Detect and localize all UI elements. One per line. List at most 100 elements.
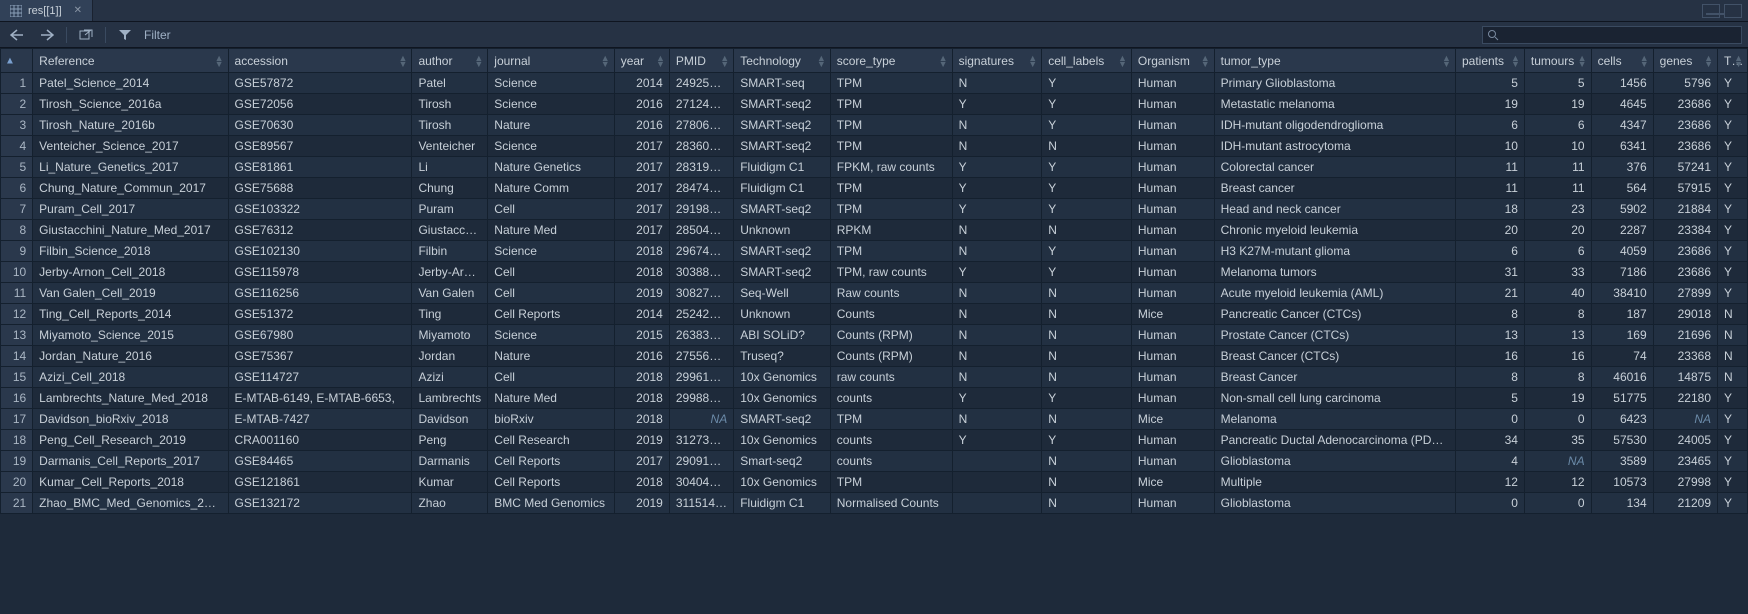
cell-score_type: TPM (830, 73, 952, 94)
row-number: 15 (1, 367, 33, 388)
table-row[interactable]: 1Patel_Science_2014GSE57872PatelScience2… (1, 73, 1748, 94)
table-row[interactable]: 18Peng_Cell_Research_2019CRA001160PengCe… (1, 430, 1748, 451)
sort-icon: ▲▼ (817, 55, 826, 67)
table-row[interactable]: 3Tirosh_Nature_2016bGSE70630TiroshNature… (1, 115, 1748, 136)
cell-tm: Y (1718, 451, 1748, 472)
column-header-genes[interactable]: genes▲▼ (1653, 49, 1717, 73)
cell-accession: GSE102130 (228, 241, 412, 262)
cell-journal: Science (488, 241, 614, 262)
column-header-cells[interactable]: cells▲▼ (1591, 49, 1653, 73)
cell-tumours: 12 (1524, 472, 1591, 493)
cell-cell_labels: N (1042, 493, 1132, 514)
maximize-button[interactable] (1724, 4, 1742, 18)
cell-year: 2019 (614, 283, 669, 304)
cell-year: 2016 (614, 94, 669, 115)
cell-journal: Cell (488, 367, 614, 388)
cell-cells: 4347 (1591, 115, 1653, 136)
column-header-organism[interactable]: Organism▲▼ (1131, 49, 1214, 73)
table-row[interactable]: 19Darmanis_Cell_Reports_2017GSE84465Darm… (1, 451, 1748, 472)
cell-technology: Fluidigm C1 (734, 178, 831, 199)
table-row[interactable]: 14Jordan_Nature_2016GSE75367JordanNature… (1, 346, 1748, 367)
cell-genes: 23686 (1653, 94, 1717, 115)
cell-year: 2016 (614, 346, 669, 367)
filter-label[interactable]: Filter (144, 28, 171, 42)
cell-reference: Davidson_bioRxiv_2018 (33, 409, 228, 430)
column-header-journal[interactable]: journal▲▼ (488, 49, 614, 73)
column-header-year[interactable]: year▲▼ (614, 49, 669, 73)
cell-journal: Science (488, 94, 614, 115)
cell-genes: 23384 (1653, 220, 1717, 241)
cell-genes: 27899 (1653, 283, 1717, 304)
row-number: 1 (1, 73, 33, 94)
window-controls (1702, 0, 1748, 21)
cell-organism: Human (1131, 94, 1214, 115)
cell-journal: Science (488, 73, 614, 94)
column-header-signatures[interactable]: signatures▲▼ (952, 49, 1042, 73)
column-header-author[interactable]: author▲▼ (412, 49, 488, 73)
column-header-accession[interactable]: accession▲▼ (228, 49, 412, 73)
column-header-technology[interactable]: Technology▲▼ (734, 49, 831, 73)
cell-tumor_type: Metastatic melanoma (1214, 94, 1455, 115)
cell-reference: Venteicher_Science_2017 (33, 136, 228, 157)
cell-pmid: 31273297 (669, 430, 733, 451)
table-row[interactable]: 10Jerby-Arnon_Cell_2018GSE115978Jerby-Ar… (1, 262, 1748, 283)
table-row[interactable]: 2Tirosh_Science_2016aGSE72056TiroshScien… (1, 94, 1748, 115)
cell-tm: Y (1718, 262, 1748, 283)
table-row[interactable]: 6Chung_Nature_Commun_2017GSE75688ChungNa… (1, 178, 1748, 199)
table-row[interactable]: 4Venteicher_Science_2017GSE89567Venteich… (1, 136, 1748, 157)
forward-button[interactable] (36, 25, 58, 45)
column-header-tumor_type[interactable]: tumor_type▲▼ (1214, 49, 1455, 73)
table-row[interactable]: 20Kumar_Cell_Reports_2018GSE121861KumarC… (1, 472, 1748, 493)
table-row[interactable]: 9Filbin_Science_2018GSE102130FilbinScien… (1, 241, 1748, 262)
column-header-cell_labels[interactable]: cell_labels▲▼ (1042, 49, 1132, 73)
column-header-tm[interactable]: TM▲▼ (1718, 49, 1748, 73)
tab-bar: res[[1]] ✕ (0, 0, 1748, 22)
cell-organism: Human (1131, 178, 1214, 199)
table-row[interactable]: 8Giustacchini_Nature_Med_2017GSE76312Giu… (1, 220, 1748, 241)
cell-tumor_type: Breast Cancer (CTCs) (1214, 346, 1455, 367)
table: ▲Reference▲▼accession▲▼author▲▼journal▲▼… (0, 48, 1748, 514)
cell-accession: GSE57872 (228, 73, 412, 94)
search-box[interactable] (1482, 26, 1742, 44)
search-input[interactable] (1499, 29, 1737, 41)
cell-score_type: TPM (830, 409, 952, 430)
table-row[interactable]: 11Van Galen_Cell_2019GSE116256Van GalenC… (1, 283, 1748, 304)
cell-technology: SMART-seq2 (734, 241, 831, 262)
column-header-pmid[interactable]: PMID▲▼ (669, 49, 733, 73)
cell-score_type: TPM (830, 241, 952, 262)
table-row[interactable]: 12Ting_Cell_Reports_2014GSE51372TingCell… (1, 304, 1748, 325)
cell-tm: Y (1718, 430, 1748, 451)
table-row[interactable]: 13Miyamoto_Science_2015GSE67980MiyamotoS… (1, 325, 1748, 346)
column-header-reference[interactable]: Reference▲▼ (33, 49, 228, 73)
cell-tm: Y (1718, 178, 1748, 199)
open-window-button[interactable] (75, 25, 97, 45)
row-number-header[interactable]: ▲ (1, 49, 33, 73)
sort-icon: ▲▼ (474, 55, 483, 67)
cell-technology: Fluidigm C1 (734, 157, 831, 178)
cell-accession: GSE51372 (228, 304, 412, 325)
column-header-patients[interactable]: patients▲▼ (1455, 49, 1524, 73)
minimize-button[interactable] (1702, 4, 1720, 18)
table-row[interactable]: 21Zhao_BMC_Med_Genomics_2019GSE132172Zha… (1, 493, 1748, 514)
cell-genes: 23465 (1653, 451, 1717, 472)
cell-author: Li (412, 157, 488, 178)
column-header-score_type[interactable]: score_type▲▼ (830, 49, 952, 73)
table-row[interactable]: 16Lambrechts_Nature_Med_2018E-MTAB-6149,… (1, 388, 1748, 409)
tab-res1[interactable]: res[[1]] ✕ (0, 0, 93, 21)
table-row[interactable]: 5Li_Nature_Genetics_2017GSE81861LiNature… (1, 157, 1748, 178)
cell-cells: 3589 (1591, 451, 1653, 472)
table-row[interactable]: 15Azizi_Cell_2018GSE114727AziziCell20182… (1, 367, 1748, 388)
back-button[interactable] (6, 25, 28, 45)
close-icon[interactable]: ✕ (74, 5, 82, 16)
column-header-tumours[interactable]: tumours▲▼ (1524, 49, 1591, 73)
table-row[interactable]: 17Davidson_bioRxiv_2018E-MTAB-7427Davids… (1, 409, 1748, 430)
filter-icon[interactable] (114, 25, 136, 45)
cell-organism: Human (1131, 73, 1214, 94)
cell-author: Darmanis (412, 451, 488, 472)
cell-year: 2017 (614, 136, 669, 157)
cell-patients: 0 (1455, 409, 1524, 430)
cell-pmid: 27806376 (669, 115, 733, 136)
data-grid[interactable]: ▲Reference▲▼accession▲▼author▲▼journal▲▼… (0, 48, 1748, 614)
cell-accession: GSE84465 (228, 451, 412, 472)
table-row[interactable]: 7Puram_Cell_2017GSE103322PuramCell201729… (1, 199, 1748, 220)
